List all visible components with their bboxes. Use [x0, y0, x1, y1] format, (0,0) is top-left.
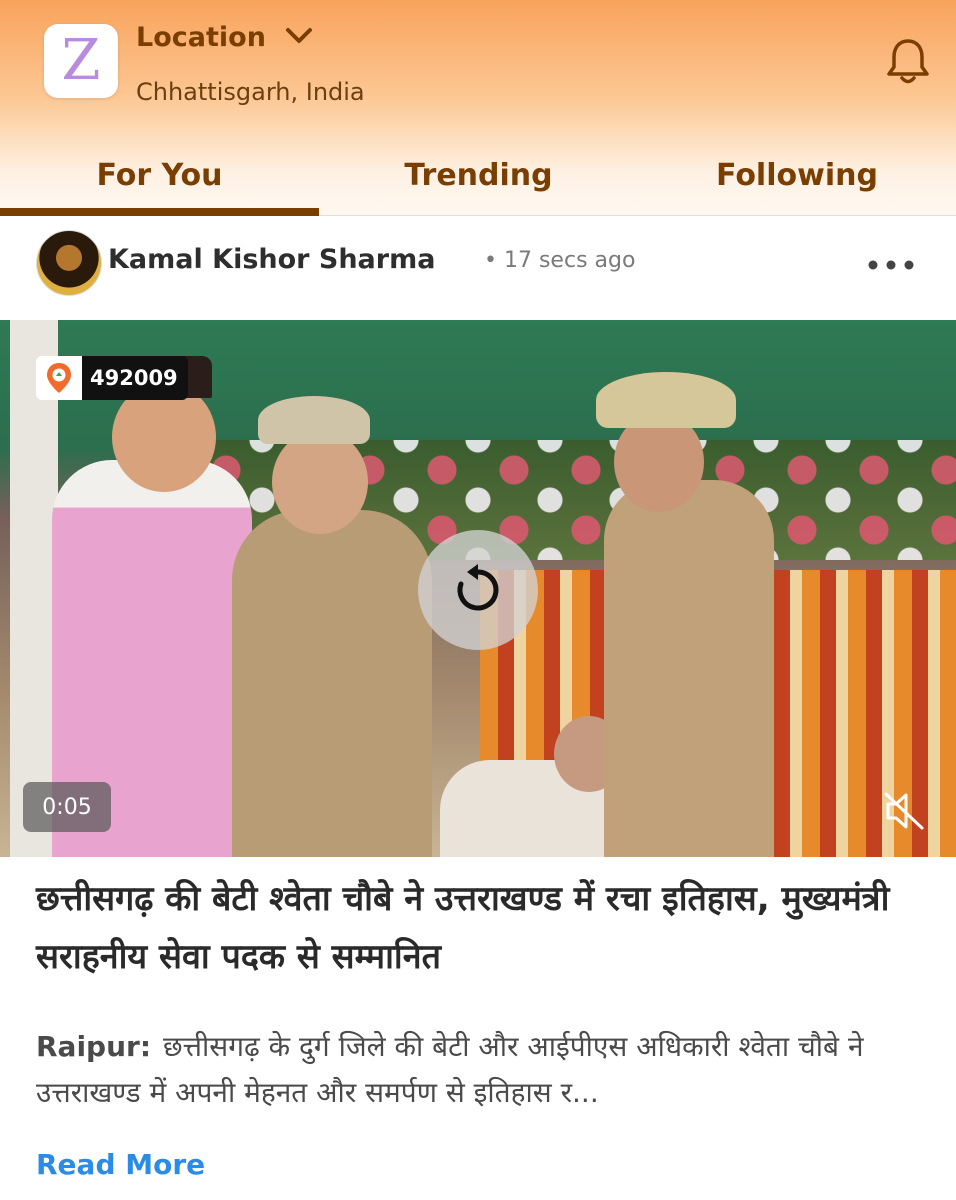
police-officer-left-cap: [258, 396, 370, 444]
police-officer-left: [232, 510, 432, 857]
muted-speaker-icon[interactable]: [880, 788, 928, 834]
active-tab-indicator: [0, 208, 319, 216]
read-more-link[interactable]: Read More: [36, 1148, 205, 1181]
location-label: Location: [136, 22, 266, 53]
article-summary: Raipur: छत्तीसगढ़ के दुर्ग जिले की बेटी औ…: [36, 1024, 916, 1116]
post-time-text: 17 secs ago: [503, 248, 636, 273]
post-header: Kamal Kishor Sharma • 17 secs ago: [0, 216, 956, 320]
article-place: Raipur:: [36, 1030, 152, 1063]
tab-for-you[interactable]: For You: [0, 158, 319, 193]
app-logo[interactable]: Z: [44, 24, 118, 98]
more-options-icon[interactable]: [866, 256, 916, 270]
tab-following[interactable]: Following: [638, 158, 956, 193]
feed-tabs: For You Trending Following: [0, 150, 956, 216]
location-value: Chhattisgarh, India: [136, 78, 365, 106]
logo-letter: Z: [61, 28, 101, 93]
flag-pole: [10, 320, 58, 857]
author-name[interactable]: Kamal Kishor Sharma: [108, 244, 435, 275]
location-selector[interactable]: Location: [136, 22, 314, 53]
article-headline[interactable]: छत्तीसगढ़ की बेटी श्वेता चौबे ने उत्तराख…: [36, 870, 926, 986]
police-officer-right-cap: [596, 372, 736, 428]
post-time: • 17 secs ago: [484, 248, 636, 273]
tab-trending[interactable]: Trending: [319, 158, 638, 193]
article-summary-text: छत्तीसगढ़ के दुर्ग जिले की बेटी और आईपीए…: [36, 1030, 864, 1109]
chevron-down-icon[interactable]: [284, 22, 314, 53]
location-pin-icon: [36, 356, 82, 400]
video-duration: 0:05: [23, 782, 111, 832]
police-officer-right: [604, 480, 774, 857]
police-officer-left-head: [272, 430, 368, 534]
video-player[interactable]: 492009 0:05: [0, 320, 956, 857]
author-avatar[interactable]: [36, 230, 102, 296]
replay-icon[interactable]: [418, 530, 538, 650]
pincode-badge[interactable]: 492009: [36, 356, 188, 400]
pincode-text: 492009: [82, 356, 188, 400]
bell-icon[interactable]: [884, 36, 932, 86]
